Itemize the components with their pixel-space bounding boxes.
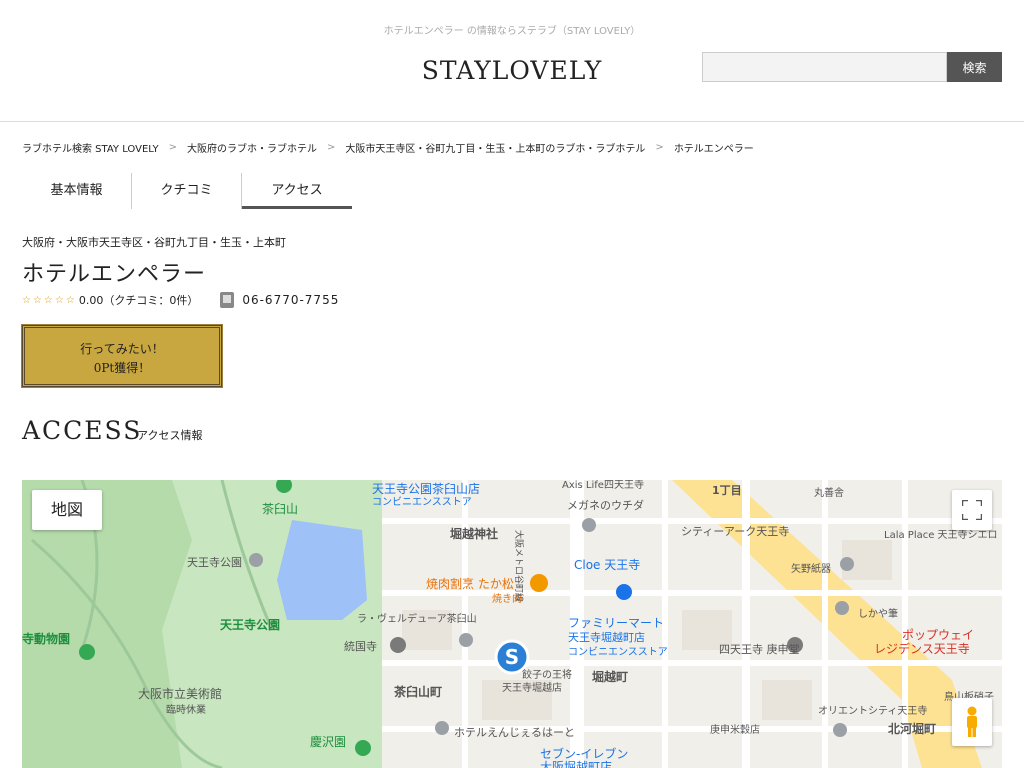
- search-button[interactable]: 検索: [947, 52, 1002, 82]
- hotel-tabs: 基本情報 クチコミ アクセス: [22, 173, 352, 209]
- map-label: 堀越町: [592, 670, 629, 684]
- map-label: 寺動物園: [22, 632, 71, 646]
- chevron-right-icon: >: [168, 142, 178, 153]
- breadcrumb-item-current: ホテルエンペラー: [673, 144, 754, 155]
- pegman-icon: [967, 706, 977, 737]
- map-label: 大阪堀越町店: [540, 760, 613, 768]
- map-label: オリエントシティ天王寺: [818, 706, 928, 717]
- access-subheading: アクセス情報: [137, 429, 203, 442]
- map-label: 大阪メトロ谷町線: [513, 530, 523, 603]
- fullscreen-button[interactable]: [952, 490, 992, 530]
- map-label: 堀越神社: [450, 527, 499, 541]
- phone-number[interactable]: 06-6770-7755: [242, 293, 339, 307]
- map-label: コンビニエンスストア: [568, 647, 668, 658]
- breadcrumb-item-prefecture[interactable]: 大阪府のラブホ・ラブホテル: [187, 140, 317, 155]
- map-label: Cloe 天王寺: [574, 558, 641, 572]
- header-divider: [0, 121, 1024, 122]
- google-map[interactable]: S 茶臼山 天王寺公園 天王寺公園 寺動物園 大阪市立美術館 臨時休業 慶沢園 …: [22, 480, 1002, 768]
- tab-reviews[interactable]: クチコミ: [132, 173, 242, 209]
- map-label: 茶臼山: [262, 502, 299, 516]
- breadcrumb: ラブホテル検索 STAY LOVELY > 大阪府のラブホ・ラブホテル > 大阪…: [22, 140, 754, 155]
- map-label: 天王寺堀越店: [502, 683, 562, 694]
- map-label: コンビニエンスストア: [372, 497, 472, 508]
- breadcrumb-item-area[interactable]: 大阪市天王寺区・谷町九丁目・生玉・上本町のラブホ・ラブホテル: [345, 140, 645, 155]
- map-label: ラ・ヴェルデューア茶臼山: [357, 614, 477, 625]
- want-to-go-label: 行ってみたい！: [80, 342, 164, 356]
- want-to-go-button[interactable]: 行ってみたい！ 0Pt獲得！: [21, 324, 223, 388]
- chevron-right-icon: >: [327, 142, 336, 153]
- map-label: ホテルえんじぇるはーと: [454, 726, 575, 739]
- svg-text:S: S: [505, 645, 519, 669]
- tab-basic-info[interactable]: 基本情報: [22, 173, 132, 209]
- breadcrumb-item-home[interactable]: ラブホテル検索 STAY LOVELY: [22, 140, 159, 155]
- map-label: 矢野紙器: [791, 564, 831, 575]
- phone-icon: [220, 292, 235, 308]
- map-type-button[interactable]: 地図: [32, 490, 102, 530]
- map-label: メガネのウチダ: [567, 499, 644, 512]
- map-label: 庚申米穀店: [710, 725, 760, 736]
- points-label: 0Pt獲得！: [93, 361, 151, 375]
- map-label: 北河堀町: [888, 722, 937, 736]
- map-label: 四天王寺 庚申堂: [719, 643, 800, 656]
- rating-text: 0.00（クチコミ：0件）: [78, 294, 199, 307]
- map-label: 天王寺公園: [220, 618, 281, 632]
- map-label: 天王寺公園: [187, 556, 242, 569]
- map-label: 臨時休業: [166, 705, 206, 716]
- tab-access[interactable]: アクセス: [242, 173, 352, 209]
- map-label: 丸善舎: [814, 488, 844, 499]
- fullscreen-icon: [962, 500, 982, 520]
- logo-text: STAYLOVELY: [421, 56, 603, 85]
- hotel-area: 大阪府・大阪市天王寺区・谷町九丁目・生玉・上本町: [22, 236, 286, 249]
- map-label: シティーアーク天王寺: [681, 525, 790, 538]
- map-label: 慶沢園: [310, 735, 347, 749]
- rating-row: ☆☆☆☆☆ 0.00（クチコミ：0件） 06-6770-7755: [22, 292, 339, 308]
- page-title: ホテルエンペラー: [22, 262, 207, 287]
- map-label: 1丁目: [712, 484, 742, 497]
- map-label: Axis Life四天王寺: [562, 480, 644, 491]
- chevron-right-icon: >: [655, 142, 664, 153]
- map-label: 大阪市立美術館: [138, 687, 223, 701]
- map-label: レジデンス天王寺: [874, 642, 970, 656]
- site-tagline: ホテルエンペラー の情報ならステラブ（STAY LOVELY）: [383, 26, 641, 37]
- search-input[interactable]: [702, 52, 947, 82]
- map-label: 茶臼山町: [394, 685, 443, 699]
- access-heading: ACCESS: [22, 416, 143, 445]
- star-rating-icon: ☆☆☆☆☆: [22, 294, 77, 306]
- street-view-pegman[interactable]: [952, 698, 992, 746]
- map-label: しかや筆: [858, 609, 898, 620]
- map-label: 統国寺: [344, 640, 377, 653]
